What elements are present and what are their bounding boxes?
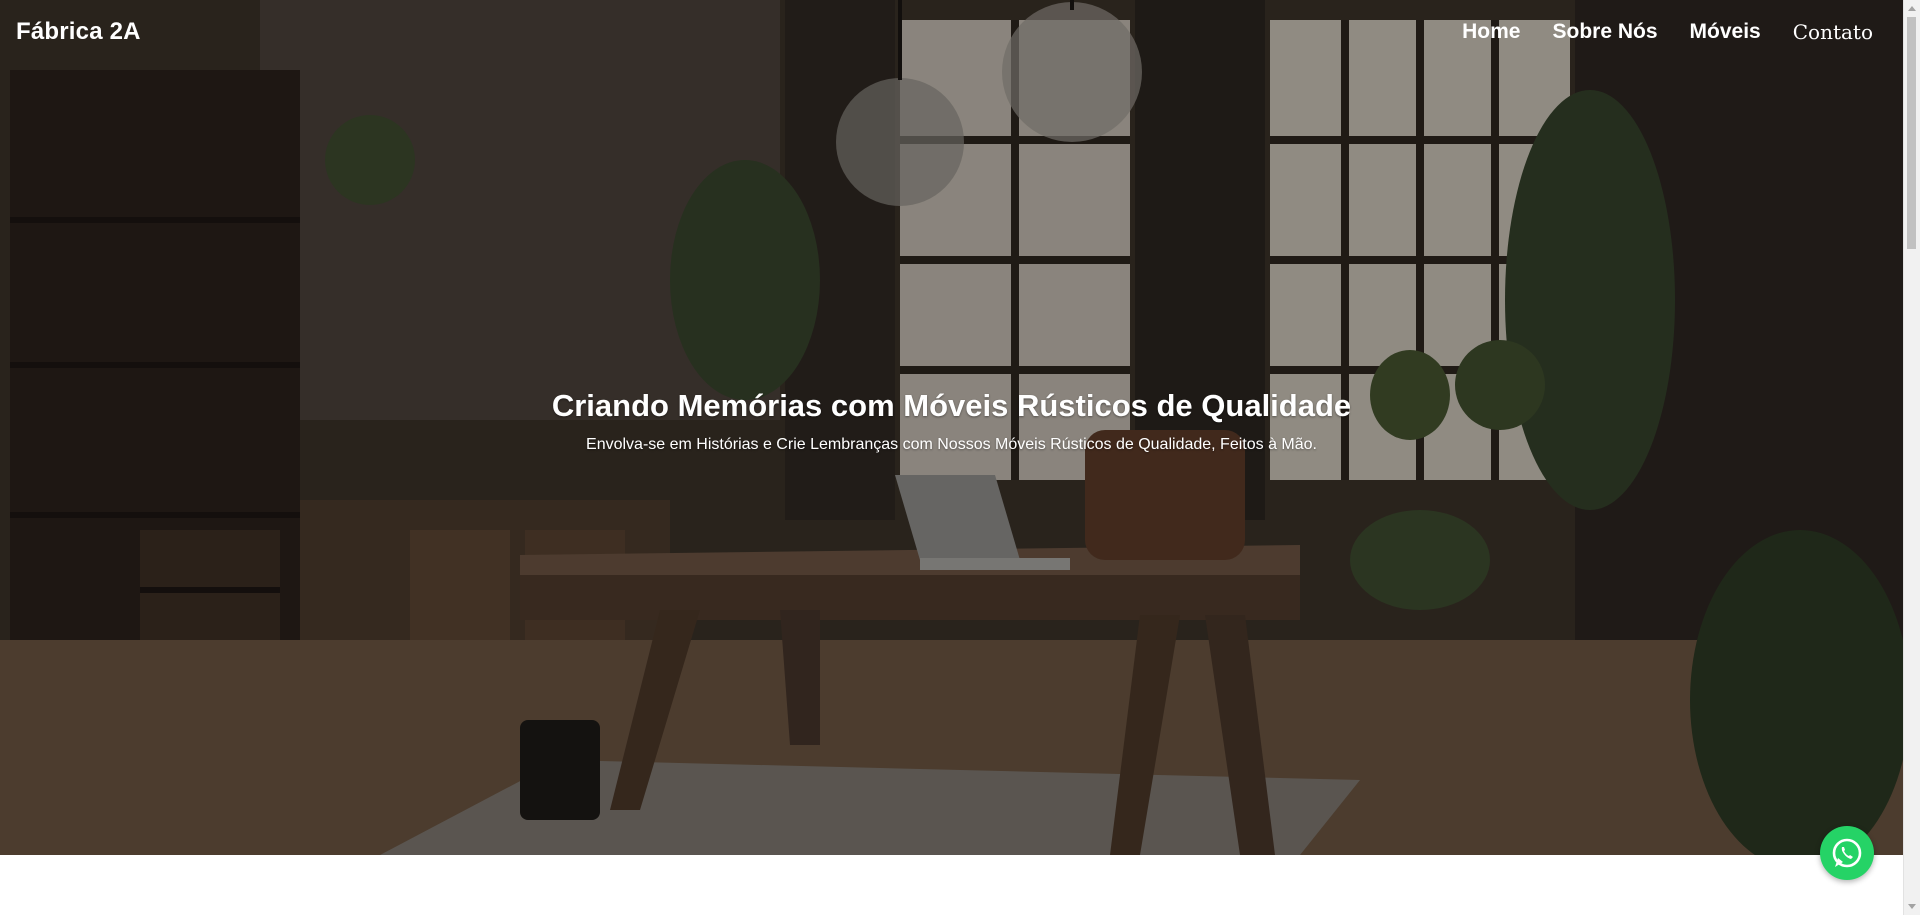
scroll-thumb[interactable] <box>1907 17 1916 249</box>
hero-text: Criando Memórias com Móveis Rústicos de … <box>0 388 1903 454</box>
nav-link-home[interactable]: Home <box>1462 20 1520 44</box>
scroll-down-icon[interactable] <box>1908 904 1916 909</box>
nav-link-sobre-nos[interactable]: Sobre Nós <box>1553 20 1658 44</box>
hero-subtitle: Envolva-se em Histórias e Crie Lembrança… <box>586 436 1317 453</box>
page: Fábrica 2A Home Sobre Nós Móveis Contato… <box>0 0 1920 915</box>
whatsapp-button[interactable] <box>1820 826 1874 880</box>
nav-links: Home Sobre Nós Móveis Contato <box>1430 20 1873 44</box>
hero-section: Fábrica 2A Home Sobre Nós Móveis Contato… <box>0 0 1903 855</box>
hero-title: Criando Memórias com Móveis Rústicos de … <box>551 388 1352 423</box>
logo[interactable]: Fábrica 2A <box>16 18 141 46</box>
navbar: Fábrica 2A Home Sobre Nós Móveis Contato <box>0 0 1903 64</box>
nav-link-contato[interactable]: Contato <box>1793 20 1873 44</box>
scrollbar[interactable] <box>1903 0 1920 915</box>
scroll-up-icon[interactable] <box>1908 6 1916 11</box>
nav-link-moveis[interactable]: Móveis <box>1690 20 1761 44</box>
whatsapp-icon <box>1832 838 1862 868</box>
